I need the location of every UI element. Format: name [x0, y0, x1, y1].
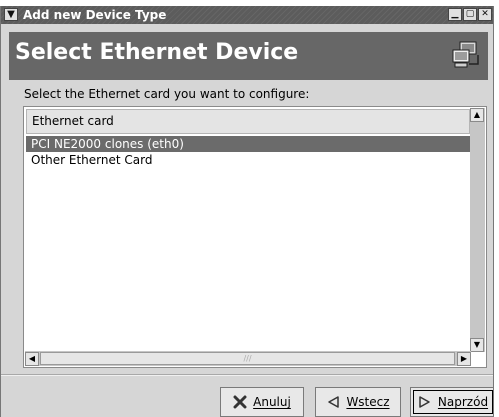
chevron-down-icon[interactable]: ▼: [4, 8, 18, 21]
close-icon[interactable]: ✕: [478, 8, 492, 21]
window-title: Add new Device Type: [23, 8, 167, 22]
back-button[interactable]: Wstecz: [315, 387, 401, 417]
scroll-left-icon[interactable]: ◀: [25, 352, 39, 366]
scroll-up-icon[interactable]: ▲: [470, 108, 484, 122]
next-button[interactable]: Naprzód: [410, 387, 493, 417]
next-button-label: Naprzód: [437, 395, 489, 409]
page-title: Select Ethernet Device: [15, 40, 299, 65]
cancel-button-label: Anuluj: [253, 395, 291, 409]
column-header-ethernet-card[interactable]: Ethernet card: [26, 109, 470, 134]
list-item[interactable]: PCI NE2000 clones (eth0): [26, 136, 470, 152]
back-button-label: Wstecz: [346, 395, 390, 409]
forward-arrow-icon: [419, 396, 430, 408]
title-bar[interactable]: ▼ Add new Device Type ▁ ▢ ✕: [1, 6, 493, 24]
dialog-window: ▼ Add new Device Type ▁ ▢ ✕ Select Ether…: [0, 6, 494, 417]
cancel-icon: [233, 395, 247, 409]
page-header: Select Ethernet Device: [9, 32, 488, 80]
scroll-down-icon[interactable]: ▼: [470, 338, 484, 352]
scroll-right-icon[interactable]: ▶: [457, 352, 471, 366]
scrollbar-thumb[interactable]: ///: [40, 352, 455, 365]
maximize-icon[interactable]: ▢: [463, 8, 477, 21]
list-item[interactable]: Other Ethernet Card: [26, 152, 470, 168]
cancel-button[interactable]: Anuluj: [220, 387, 304, 417]
network-computers-icon: [452, 41, 479, 68]
ethernet-card-list[interactable]: Ethernet card PCI NE2000 clones (eth0) O…: [23, 106, 487, 368]
vertical-scrollbar[interactable]: ▲ ▼: [470, 108, 485, 352]
minimize-icon[interactable]: ▁: [448, 8, 462, 21]
horizontal-scrollbar[interactable]: ◀ /// ▶: [25, 351, 471, 366]
back-arrow-icon: [328, 396, 340, 408]
instruction-text: Select the Ethernet card you want to con…: [24, 87, 310, 101]
separator: [1, 374, 493, 376]
